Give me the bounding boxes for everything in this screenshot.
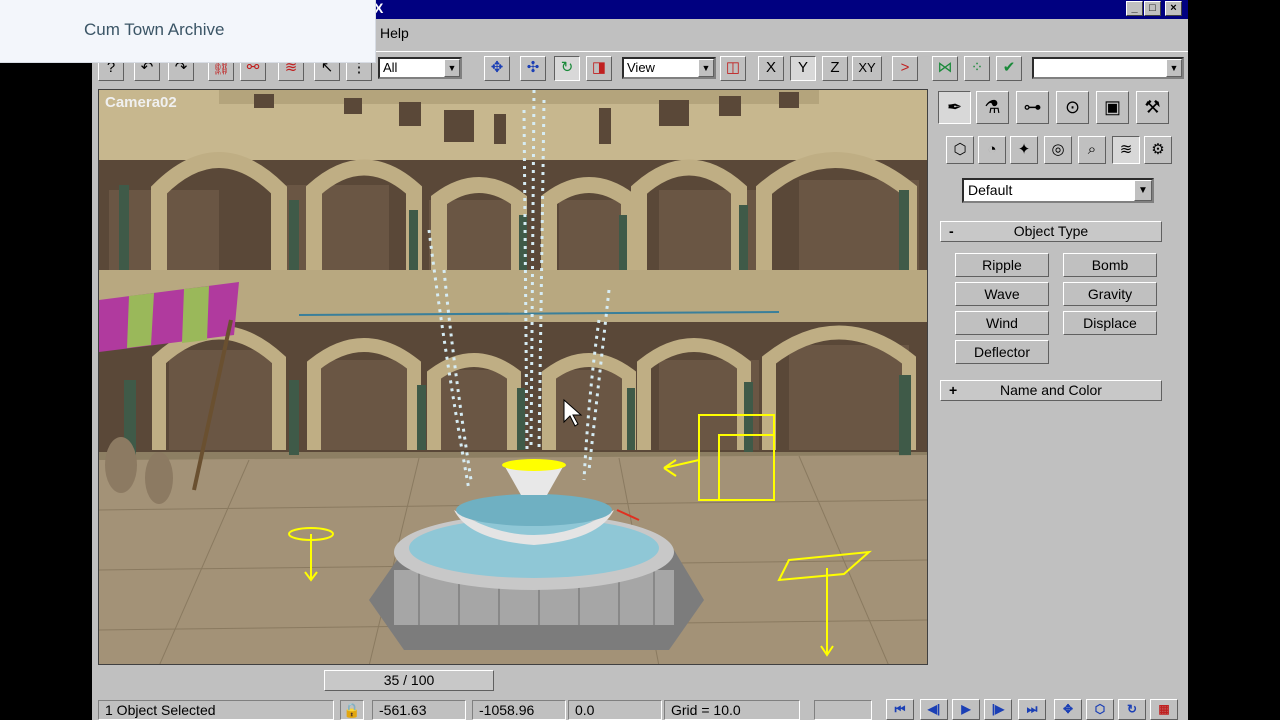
grid-status: Grid = 10.0 [664,700,800,720]
camera-viewport[interactable]: Camera02 [98,89,928,665]
rotate-icon[interactable]: ↻ [554,56,580,81]
play-icon[interactable]: ▶ [952,699,980,720]
shapes-icon[interactable]: ◔ [978,136,1006,164]
category-select[interactable]: Default ▼ [962,178,1154,203]
y-coordinate: -1058.96 [472,700,566,720]
pivot-center-icon[interactable]: ◫ [720,56,746,81]
mirror-icon[interactable]: ⋈ [932,56,958,81]
next-frame-icon[interactable]: |▶ [984,699,1012,720]
helpers-icon[interactable]: ⌕ [1078,136,1106,164]
object-type-title: Object Type [1013,223,1089,239]
align-icon[interactable]: ✔ [996,56,1022,81]
maximize-viewport-icon[interactable]: ▦ [1150,699,1178,720]
lower-arcade [99,322,927,460]
minimize-button[interactable]: _ [1126,1,1143,16]
max-window: X _ □ × Help ? ↶ ↷ ⛓ ⚯ ≋ ↖ ⋮ All ▼ ✥ ✣ ↻… [92,0,1188,720]
orbit-icon[interactable]: ↻ [1118,699,1146,720]
lock-icon[interactable]: 🔒 [340,700,364,720]
wind-button[interactable]: Wind [955,311,1049,335]
time-slider[interactable]: 35 / 100 [324,670,494,691]
select-move-icon[interactable]: ✥ [484,56,510,81]
chevron-down-icon: ▼ [1166,59,1182,77]
selection-filter-value: All [383,60,398,75]
archive-overlay: Cum Town Archive [0,0,376,63]
selection-status: 1 Object Selected [98,700,334,720]
name-and-color-rollout[interactable]: + Name and Color [940,380,1162,401]
modify-icon[interactable]: ⚗ [976,91,1009,124]
bomb-button[interactable]: Bomb [1063,253,1157,277]
axis-xy-button[interactable]: XY [852,56,882,81]
selection-filter-select[interactable]: All ▼ [378,57,462,79]
reference-coordinate-select[interactable]: View ▼ [622,57,716,79]
status-bar: 1 Object Selected 🔒 -561.63 -1058.96 0.0… [92,697,1188,720]
close-button[interactable]: × [1165,1,1182,16]
motion-icon[interactable]: ⊙ [1056,91,1089,124]
axis-y-button[interactable]: Y [790,56,816,81]
collapse-icon: - [949,223,954,239]
display-icon[interactable]: ▣ [1096,91,1129,124]
lights-icon[interactable]: ✦ [1010,136,1038,164]
gravity-button[interactable]: Gravity [1063,282,1157,306]
named-selection-select[interactable]: ▼ [1032,57,1184,79]
x-coordinate: -561.63 [372,700,466,720]
overlay-text: Cum Town Archive [84,20,225,39]
z-coordinate: 0.0 [568,700,662,720]
prompt-field [814,700,872,720]
array-icon[interactable]: ⁘ [964,56,990,81]
ik-icon[interactable]: > [892,56,918,81]
deflector-button[interactable]: Deflector [955,340,1049,364]
chevron-down-icon: ▼ [1134,180,1152,201]
create-icon[interactable]: ✒ [938,91,971,124]
hierarchy-icon[interactable]: ⊶ [1016,91,1049,124]
pan-icon[interactable]: ✥ [1054,699,1082,720]
courtyard-scene [99,90,927,664]
menu-help[interactable]: Help [380,25,409,41]
axis-z-button[interactable]: Z [822,56,848,81]
reference-coordinate-value: View [627,60,655,75]
maximize-button[interactable]: □ [1144,1,1161,16]
move-icon[interactable]: ✣ [520,56,546,81]
chevron-down-icon: ▼ [444,59,460,77]
expand-icon: + [949,382,958,398]
name-and-color-title: Name and Color [1000,382,1102,398]
command-panel: ✒ ⚗ ⊶ ⊙ ▣ ⚒ ⬡ ◔ ✦ ◎ ⌕ ≋ ⚙ Default ▼ - Ob… [934,89,1182,689]
wave-button[interactable]: Wave [955,282,1049,306]
upper-arcade [99,152,927,280]
arc-rotate-icon[interactable]: ⬡ [1086,699,1114,720]
chevron-down-icon: ▼ [698,59,714,77]
scale-icon[interactable]: ◨ [586,56,612,81]
cameras-icon[interactable]: ◎ [1044,136,1072,164]
space-warps-icon[interactable]: ≋ [1112,136,1140,164]
go-to-start-icon[interactable]: ⏮ [886,699,914,720]
systems-icon[interactable]: ⚙ [1144,136,1172,164]
go-to-end-icon[interactable]: ⏭ [1018,699,1046,720]
category-value: Default [968,182,1013,198]
displace-button[interactable]: Displace [1063,311,1157,335]
utilities-icon[interactable]: ⚒ [1136,91,1169,124]
object-type-rollout[interactable]: - Object Type [940,221,1162,242]
ripple-button[interactable]: Ripple [955,253,1049,277]
axis-x-button[interactable]: X [758,56,784,81]
geometry-icon[interactable]: ⬡ [946,136,974,164]
viewport-label[interactable]: Camera02 [105,94,177,111]
previous-frame-icon[interactable]: ◀| [920,699,948,720]
